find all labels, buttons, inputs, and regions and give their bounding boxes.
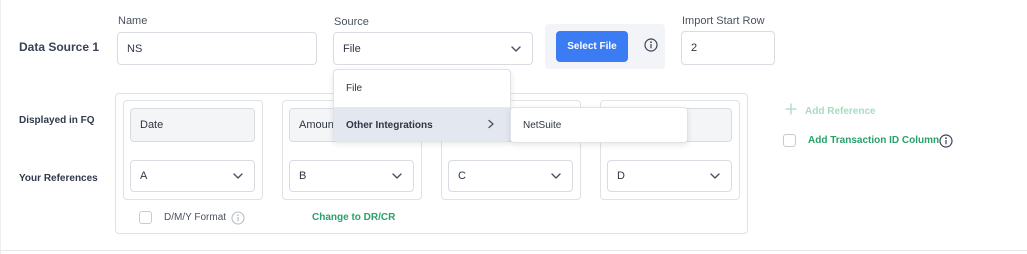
menu-item-label: NetSuite: [523, 119, 562, 131]
displayed-field[interactable]: Date: [130, 108, 255, 142]
chevron-down-icon: [550, 170, 562, 182]
date-format-checkbox[interactable]: [139, 211, 152, 224]
add-reference-label: Add Reference: [805, 105, 876, 117]
plus-icon: [785, 102, 797, 120]
reference-select-value: B: [299, 170, 307, 182]
chevron-down-icon: [709, 170, 721, 182]
menu-item-file[interactable]: File: [334, 70, 510, 107]
name-input-value: NS: [127, 42, 143, 55]
displayed-field-value: Date: [140, 119, 164, 131]
add-transaction-label: Add Transaction ID Column: [808, 135, 940, 146]
menu-item-label: File: [346, 83, 363, 94]
import-start-row-input[interactable]: 2: [681, 31, 775, 65]
import-start-row-value: 2: [691, 42, 698, 54]
info-icon[interactable]: [231, 211, 245, 230]
section-divider: [0, 250, 1027, 251]
reference-select[interactable]: B: [289, 160, 414, 192]
name-input[interactable]: NS: [117, 32, 317, 65]
chevron-down-icon: [391, 170, 403, 182]
add-transaction-checkbox[interactable]: [783, 134, 796, 147]
reference-select-value: A: [140, 170, 148, 182]
menu-item-other-integrations[interactable]: Other Integrations: [334, 107, 510, 141]
change-to-drcr-link[interactable]: Change to DR/CR: [312, 212, 395, 223]
source-label: Source: [334, 16, 369, 28]
source-select-value: File: [343, 42, 361, 55]
displayed-in-fq-label: Displayed in FQ: [19, 115, 95, 126]
left-border: [0, 0, 1, 254]
chevron-down-icon: [510, 43, 522, 55]
chevron-right-icon: [486, 119, 496, 132]
displayed-field-value: Amount: [299, 119, 337, 131]
reference-select[interactable]: D: [607, 160, 732, 192]
name-label: Name: [118, 15, 148, 27]
menu-item-netsuite[interactable]: NetSuite: [511, 108, 687, 142]
add-reference-button[interactable]: Add Reference: [785, 102, 876, 120]
date-format-label: D/M/Y Format: [164, 212, 227, 223]
info-icon[interactable]: [644, 38, 658, 57]
reference-select-value: D: [617, 170, 625, 182]
source-dropdown-menu: File Other Integrations: [333, 69, 511, 142]
menu-item-label: Other Integrations: [346, 119, 433, 131]
reference-select[interactable]: C: [448, 160, 573, 192]
chevron-down-icon: [232, 170, 244, 182]
select-file-button[interactable]: Select File: [556, 31, 628, 62]
data-source-title: Data Source 1: [19, 40, 100, 54]
reference-select[interactable]: A: [130, 160, 255, 192]
import-start-row-label: Import Start Row: [682, 15, 765, 27]
source-select[interactable]: File: [333, 32, 533, 65]
integrations-submenu: NetSuite: [510, 107, 688, 143]
your-references-label: Your References: [19, 173, 98, 184]
info-icon[interactable]: [939, 134, 953, 153]
reference-select-value: C: [458, 170, 466, 182]
